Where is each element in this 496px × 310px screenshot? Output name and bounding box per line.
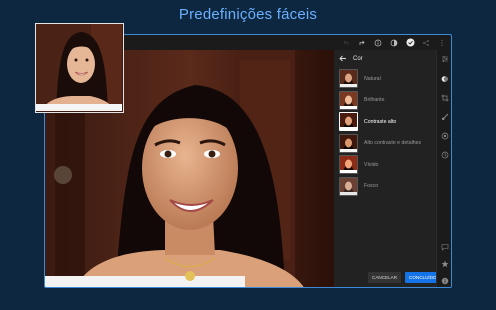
- crop-icon[interactable]: [440, 93, 449, 102]
- preset-thumbnail: [339, 90, 358, 110]
- preset-high-contrast[interactable]: Contraste alto: [334, 111, 438, 133]
- undo-icon[interactable]: [341, 38, 351, 48]
- before-photo-inset: [35, 23, 124, 113]
- preset-high-contrast-detail[interactable]: Alto contraste e detalhes: [334, 133, 438, 155]
- top-toolbar: [334, 35, 451, 50]
- cancel-button[interactable]: CANCELAR: [368, 272, 402, 283]
- info-icon[interactable]: [440, 276, 449, 285]
- star-icon[interactable]: [440, 259, 449, 268]
- contrast-icon[interactable]: [389, 38, 399, 48]
- healing-icon[interactable]: [440, 131, 449, 140]
- presets-icon[interactable]: [440, 74, 449, 83]
- presets-panel: Cor Natural Brilhante Contraste alto Alt…: [334, 50, 441, 287]
- redo-icon[interactable]: [357, 38, 367, 48]
- tool-rail: [436, 50, 451, 287]
- preset-thumbnail: [339, 112, 358, 132]
- before-portrait-thumbnail: [36, 24, 122, 111]
- promo-title: Predefinições fáceis: [178, 6, 318, 23]
- comment-icon[interactable]: [440, 242, 449, 251]
- preset-thumbnail: [339, 155, 358, 175]
- info-icon[interactable]: [373, 38, 383, 48]
- check-circle-icon[interactable]: [405, 38, 415, 48]
- more-icon[interactable]: [437, 38, 447, 48]
- preset-thumbnail: [339, 133, 358, 153]
- preset-label: Natural: [364, 75, 381, 82]
- history-icon[interactable]: [440, 150, 449, 159]
- preset-label: Vívido: [364, 161, 379, 168]
- preset-vivid[interactable]: Vívido: [334, 154, 438, 176]
- panel-title: Cor: [353, 56, 363, 62]
- adjust-icon[interactable]: [440, 54, 449, 63]
- preset-label: Alto contraste e detalhes: [364, 140, 422, 147]
- back-arrow-icon[interactable]: [339, 55, 347, 64]
- preset-matte[interactable]: Fosco: [334, 176, 438, 198]
- preset-label: Fosco: [364, 183, 379, 190]
- preset-label: Contraste alto: [364, 118, 397, 125]
- panel-actions: CANCELAR CONCLUÍDO: [368, 272, 441, 283]
- preset-thumbnail: [339, 69, 358, 89]
- share-icon[interactable]: [421, 38, 431, 48]
- preset-label: Brilhante: [364, 97, 385, 104]
- preset-bright[interactable]: Brilhante: [334, 90, 438, 112]
- preset-thumbnail: [339, 176, 358, 196]
- preset-natural[interactable]: Natural: [334, 68, 438, 90]
- panel-header: Cor: [334, 50, 438, 68]
- brush-icon[interactable]: [440, 112, 449, 121]
